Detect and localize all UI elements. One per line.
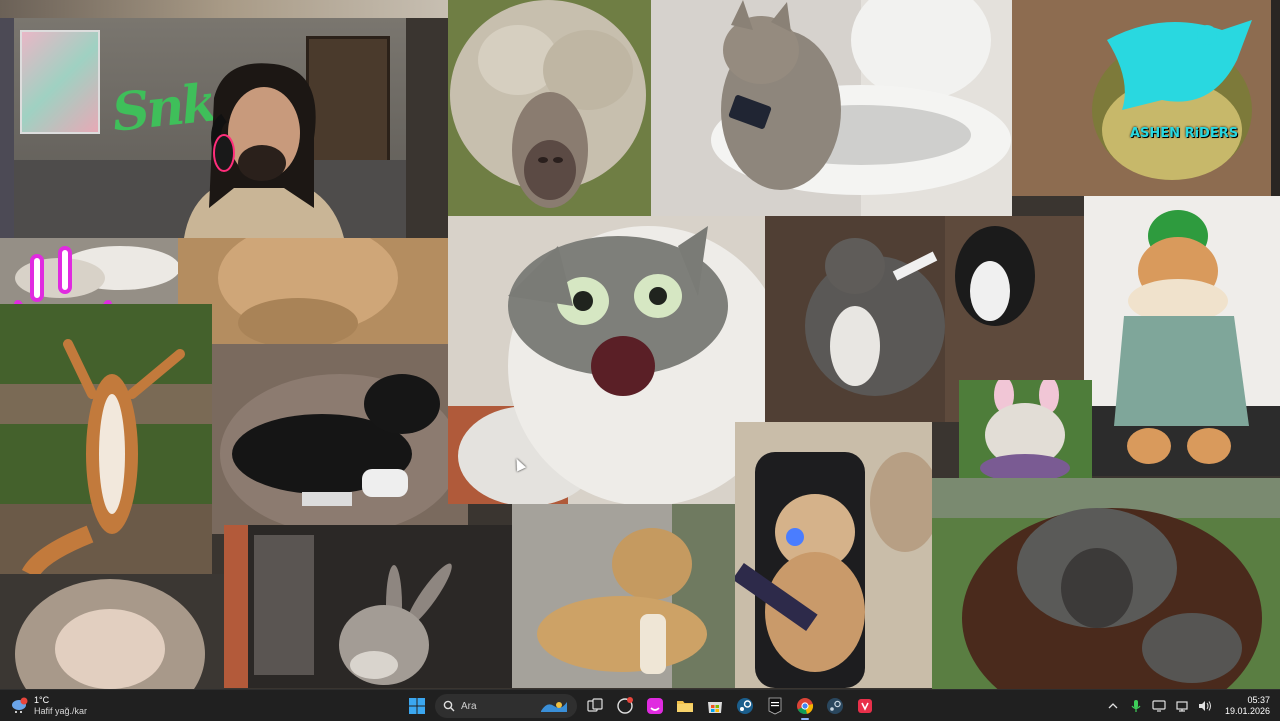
volume-button[interactable] (1198, 699, 1212, 713)
monitor-icon (1152, 700, 1166, 712)
epic-games-icon (768, 697, 782, 715)
steam-alt-button[interactable] (823, 694, 847, 718)
speaker-icon (1198, 701, 1211, 711)
taskbar-search-box[interactable]: Ara (435, 694, 577, 718)
wallpaper-photo-donkey (224, 525, 512, 688)
weather-description: Hafif yağ./kar (34, 706, 88, 716)
wallpaper-photo-top-left (0, 0, 448, 18)
chevron-up-icon (1108, 703, 1118, 709)
microphone-button[interactable] (1129, 699, 1143, 713)
start-button[interactable] (405, 694, 429, 718)
clock-date: 19.01.2026 (1224, 706, 1270, 716)
folder-icon (677, 701, 693, 712)
chrome-icon (797, 698, 814, 715)
network-button[interactable] (1175, 699, 1189, 713)
task-view-icon (587, 698, 603, 712)
steam-alt-icon (827, 698, 843, 714)
show-hidden-icons-button[interactable] (1106, 699, 1120, 713)
wallpaper-photo-monkey (0, 574, 224, 689)
epic-games-button[interactable] (763, 694, 787, 718)
chat-button[interactable] (613, 694, 637, 718)
app-pink-icon (647, 698, 663, 714)
wallpaper-photo-bulldog-bunny-ears (959, 380, 1092, 478)
snow-cloud-icon (10, 697, 28, 715)
wallpaper-photo-cat-in-outfit (1084, 196, 1280, 476)
app-red-icon (858, 699, 872, 713)
wallpaper-photo-shocked-cat (448, 216, 765, 504)
task-view-button[interactable] (583, 694, 607, 718)
app-red-button[interactable] (853, 694, 877, 718)
wallpaper-photo-dog-with-bread (512, 504, 735, 688)
network-icon (1176, 701, 1188, 712)
taskbar: 1°C Hafif yağ./kar Ara 05:37 19.01.2026 (0, 689, 1280, 721)
search-label: Ara (461, 700, 477, 712)
clock[interactable]: 05:37 19.01.2026 (1225, 695, 1270, 717)
weather-temperature: 1°C (34, 695, 50, 705)
weather-widget[interactable]: 1°C Hafif yağ./kar (10, 693, 87, 719)
system-tray: 05:37 19.01.2026 (1106, 693, 1270, 719)
microphone-icon (1131, 700, 1141, 712)
app-pink-button[interactable] (643, 694, 667, 718)
display-button[interactable] (1152, 699, 1166, 713)
steam-button[interactable] (733, 694, 757, 718)
desktop-wallpaper: ASHEN RiDERS Snko (0, 0, 1280, 689)
wallpaper-photo-cat-closeup (178, 238, 448, 344)
microsoft-store-button[interactable] (703, 694, 727, 718)
wallpaper-photo-cat-on-toilet (651, 0, 1012, 216)
taskbar-apps: Ara (405, 693, 877, 720)
wallpaper-photo-frog-ashen-riders: ASHEN RiDERS (1012, 0, 1271, 196)
wallpaper-photo-black-dog-controller (212, 344, 468, 534)
search-highlight-icon (541, 702, 567, 712)
ashen-riders-logo-text: ASHEN RiDERS (1130, 126, 1239, 141)
webcam-wall-painting (20, 30, 100, 134)
wallpaper-photo-left-strip (0, 18, 14, 238)
search-icon (443, 700, 455, 712)
file-explorer-button[interactable] (673, 694, 697, 718)
wallpaper-photo-gamer-cat (735, 422, 932, 688)
wallpaper-photo-sheep (448, 0, 651, 216)
clock-time: 05:37 (1247, 695, 1270, 705)
store-icon (708, 702, 722, 713)
wallpaper-photo-squirrel (0, 304, 212, 574)
chat-icon (617, 697, 633, 714)
windows-icon (409, 698, 425, 714)
wallpaper-photo-edge-right (1271, 0, 1280, 196)
steam-icon (737, 698, 753, 714)
chrome-button[interactable] (793, 694, 817, 720)
webcam-streamer (184, 63, 344, 238)
wallpaper-photo-orangutan (932, 478, 1280, 689)
webcam-overlay: Snko (14, 18, 406, 238)
